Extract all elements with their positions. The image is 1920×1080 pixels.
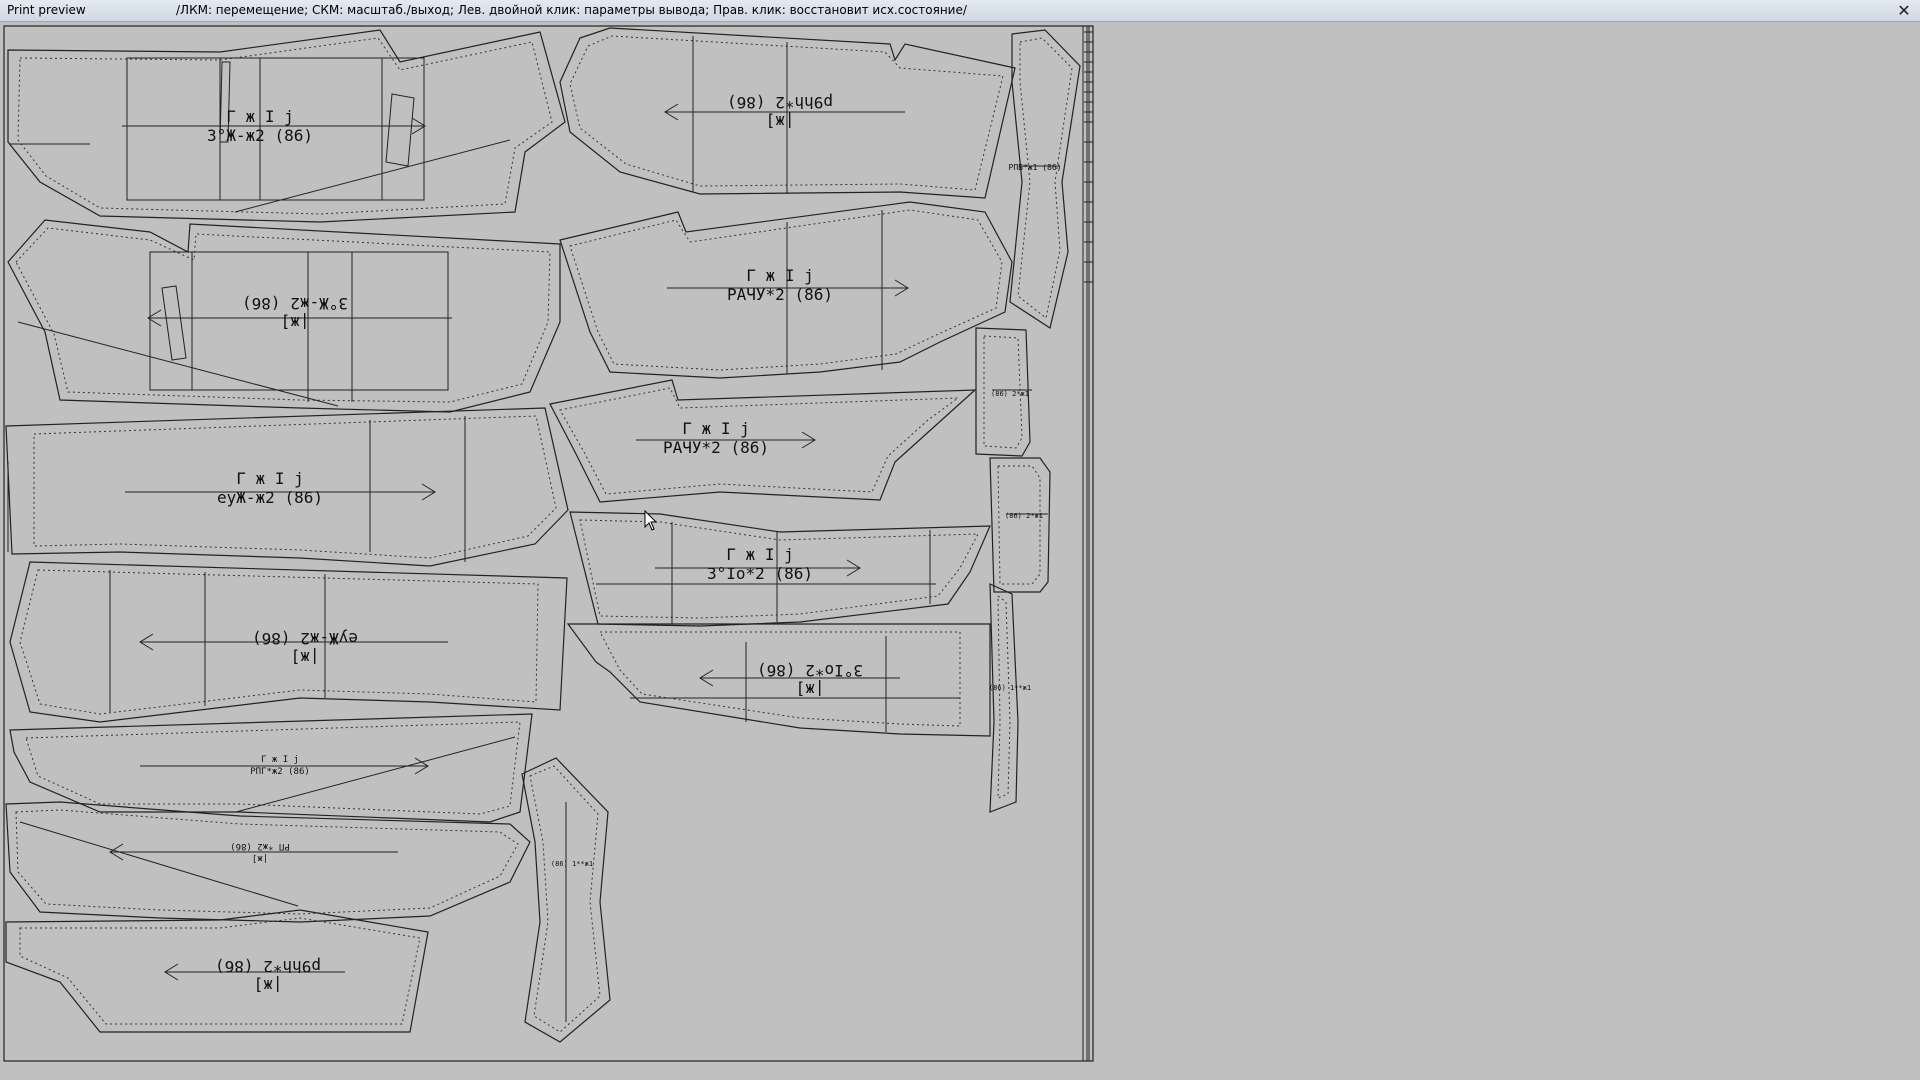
window-title: Print preview <box>7 3 86 17</box>
small-label-5: (86) 1**ж1 <box>551 860 593 868</box>
piece-5-label-bottom: РАЧУ*2 (86) <box>663 438 769 457</box>
piece-7-label-bottom: З°Iо*2 (86) <box>707 564 813 583</box>
pattern-piece-4[interactable]: Г ж I j РАЧУ*2 (86) <box>559 201 1013 379</box>
pattern-piece-1[interactable]: Г ж I j З°Ж-ж2 (86) <box>7 29 566 223</box>
piece-10-label-top: Г ж I j <box>261 755 299 765</box>
preview-area[interactable]: Г ж I j З°Ж-ж2 (86) |ж] p9hh*2 (86) РПБ*… <box>0 22 1920 1080</box>
small-label-3: (86) 2*ж1 <box>1005 512 1043 520</box>
piece-11-label-top: |ж] <box>252 853 268 863</box>
piece-10-label-bottom: РПГ*ж2 (86) <box>250 767 310 777</box>
piece-9-label-top: |ж] <box>796 680 825 699</box>
piece-8-label-bottom: еуЖ-ж2 (86) <box>252 629 358 648</box>
piece-4-label-top: Г ж I j <box>746 266 813 285</box>
pattern-piece-narrow-1[interactable]: РПБ*ж1 (86) <box>1009 29 1081 329</box>
print-sheet[interactable]: Г ж I j З°Ж-ж2 (86) |ж] p9hh*2 (86) РПБ*… <box>0 22 1100 1062</box>
piece-6-label-top: Г ж I j <box>236 469 303 488</box>
piece-11-label-bottom: РП *ж2 (86) <box>230 841 290 851</box>
pattern-piece-narrow-2[interactable]: (86) 1**ж1 <box>989 583 1031 813</box>
pattern-piece-narrow-3[interactable]: (86) 1**ж1 <box>521 757 611 1043</box>
piece-6-label-bottom: еуЖ-ж2 (86) <box>217 488 323 507</box>
pattern-piece-2[interactable]: |ж] p9hh*2 (86) <box>559 27 1016 199</box>
pattern-piece-8[interactable]: |ж] еуЖ-ж2 (86) <box>9 561 568 723</box>
pattern-piece-12[interactable]: |ж] p9hh*2 (86) <box>5 909 429 1033</box>
piece-1-label-bottom: З°Ж-ж2 (86) <box>207 126 313 145</box>
piece-4-label-bottom: РАЧУ*2 (86) <box>727 285 833 304</box>
small-label-2: (86) 2*ж1 <box>991 390 1029 398</box>
mouse-hint: /ЛКМ: перемещение; СКМ: масштаб./выход; … <box>176 3 967 17</box>
piece-3-label-top: |ж] <box>281 313 310 332</box>
piece-2-label-top: |ж] <box>766 112 795 131</box>
pattern-piece-small-1[interactable]: (86) 2*ж1 <box>975 327 1032 457</box>
close-icon[interactable]: ✕ <box>1894 2 1914 19</box>
mouse-cursor-icon <box>644 510 658 531</box>
piece-9-label-bottom: З°Iо*2 (86) <box>757 661 863 680</box>
pattern-piece-6[interactable]: Г ж I j еуЖ-ж2 (86) <box>5 407 569 567</box>
pattern-piece-small-2[interactable]: (86) 2*ж1 <box>989 457 1051 593</box>
pattern-piece-10[interactable]: Г ж I j РПГ*ж2 (86) <box>9 713 533 823</box>
piece-3-label-bottom: З°Ж-ж2 (86) <box>242 294 348 313</box>
piece-8-label-top: |ж] <box>291 648 320 667</box>
title-bar: Print preview /ЛКМ: перемещение; СКМ: ма… <box>0 0 1920 22</box>
piece-7-label-top: Г ж I j <box>726 545 793 564</box>
small-label-1: РПБ*ж1 (86) <box>1009 163 1062 172</box>
piece-12-label-bottom: p9hh*2 (86) <box>215 957 321 976</box>
piece-5-label-top: Г ж I j <box>682 419 749 438</box>
small-label-4: (86) 1**ж1 <box>989 684 1031 692</box>
piece-2-label-bottom: p9hh*2 (86) <box>727 93 833 112</box>
pattern-piece-7[interactable]: Г ж I j З°Iо*2 (86) <box>569 511 991 627</box>
pattern-piece-3[interactable]: |ж] З°Ж-ж2 (86) <box>7 219 561 413</box>
piece-1-label-top: Г ж I j <box>226 107 293 126</box>
pattern-piece-5[interactable]: Г ж I j РАЧУ*2 (86) <box>549 379 977 503</box>
piece-12-label-top: |ж] <box>254 976 283 995</box>
pattern-piece-9[interactable]: |ж] З°Iо*2 (86) <box>566 623 991 737</box>
